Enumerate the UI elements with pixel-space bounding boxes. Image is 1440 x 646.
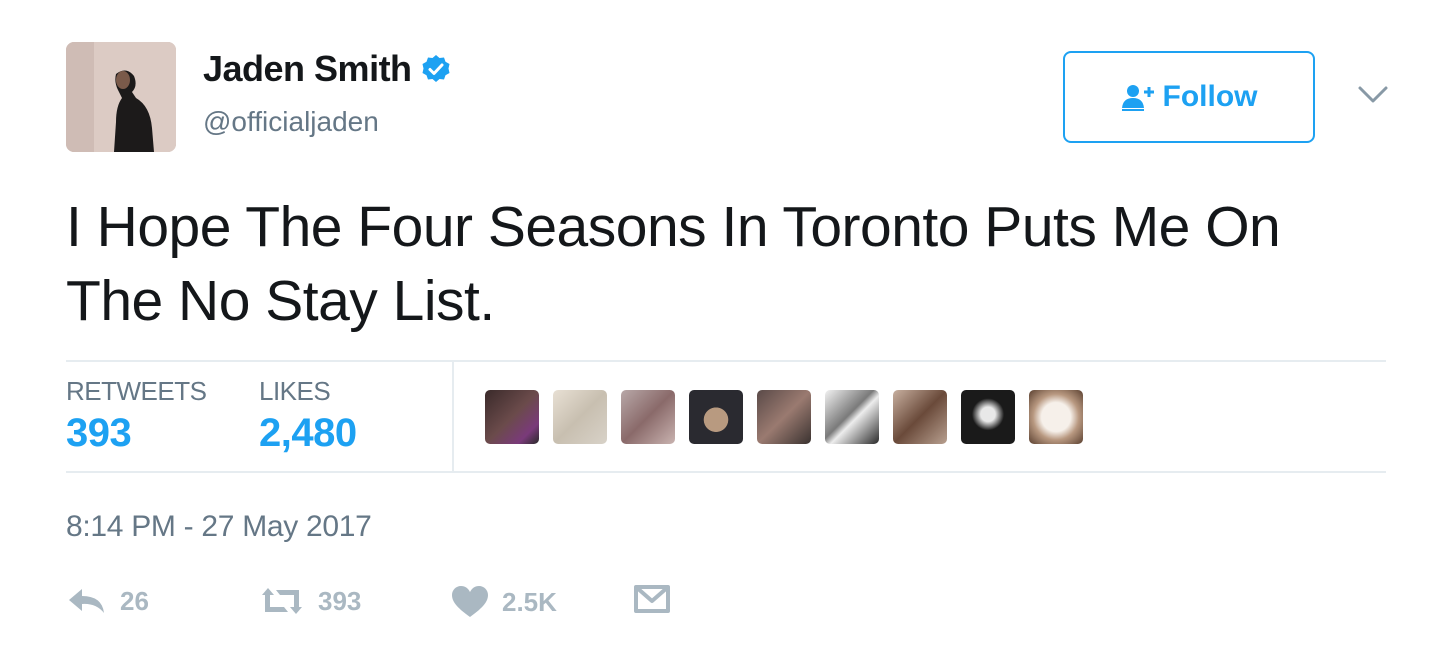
liker-avatar-9[interactable] (1029, 390, 1083, 444)
liker-avatar-8[interactable] (961, 390, 1015, 444)
like-button[interactable]: 2.5K (450, 585, 557, 619)
likes-stat[interactable]: LIKES 2,480 (259, 376, 357, 456)
divider (66, 471, 1386, 473)
liker-avatar-2[interactable] (553, 390, 607, 444)
retweet-count: 393 (318, 585, 362, 616)
retweets-stat[interactable]: RETWEETS 393 (66, 376, 207, 456)
like-count: 2.5K (502, 586, 557, 617)
tweet-text: I Hope The Four Seasons In Toronto Puts … (66, 195, 1281, 333)
retweet-button[interactable]: 393 (258, 585, 361, 617)
liker-avatar-6[interactable] (825, 390, 879, 444)
avatar[interactable] (66, 42, 176, 152)
retweets-label: RETWEETS (66, 376, 207, 406)
display-name[interactable]: Jaden Smith (203, 48, 412, 90)
liker-avatars (485, 390, 1097, 444)
follow-button[interactable]: Follow (1063, 51, 1315, 143)
likes-label: LIKES (259, 376, 331, 406)
retweets-value: 393 (66, 411, 132, 455)
stats-divider (452, 362, 454, 472)
verified-badge-icon (422, 55, 450, 82)
profile-photo-icon (66, 42, 176, 152)
divider (66, 360, 1386, 362)
liker-avatar-7[interactable] (893, 390, 947, 444)
reply-button[interactable]: 26 (66, 585, 149, 617)
follow-button-label: Follow (1162, 80, 1258, 113)
retweet-icon (262, 588, 302, 614)
reply-icon (69, 589, 104, 613)
chevron-down-icon[interactable] (1356, 82, 1390, 106)
liker-avatar-4[interactable] (689, 390, 743, 444)
direct-message-button[interactable] (634, 585, 682, 615)
envelope-icon (634, 585, 670, 613)
likes-value: 2,480 (259, 411, 357, 455)
tweet-timestamp[interactable]: 8:14 PM - 27 May 2017 (66, 510, 372, 544)
liker-avatar-5[interactable] (757, 390, 811, 444)
user-handle[interactable]: @officialjaden (203, 106, 379, 138)
liker-avatar-3[interactable] (621, 390, 675, 444)
add-user-icon (1121, 85, 1154, 111)
liker-avatar-1[interactable] (485, 390, 539, 444)
heart-icon (452, 586, 488, 617)
reply-count: 26 (120, 585, 149, 616)
